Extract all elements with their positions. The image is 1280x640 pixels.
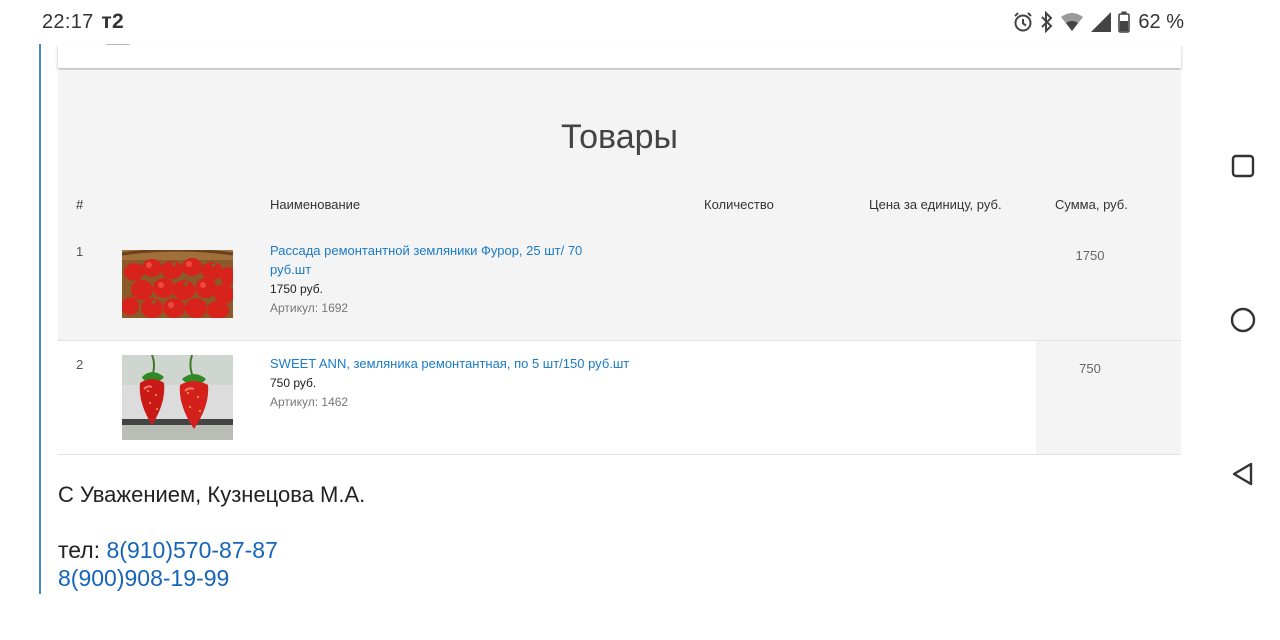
wifi-icon: [1060, 11, 1084, 33]
square-recents-icon: [1231, 154, 1255, 178]
products-section: Товары # Наименование Количество Цена за…: [58, 70, 1181, 455]
card-header-strip: [58, 44, 1181, 68]
back-button[interactable]: [1222, 453, 1264, 495]
phone-label: тел:: [58, 537, 107, 563]
divider: [106, 44, 130, 45]
cell-signal-icon: [1090, 11, 1112, 33]
column-header-unit-price: Цена за единицу, руб.: [869, 197, 1002, 212]
clock-time: 22:17: [42, 11, 94, 33]
column-header-name: Наименование: [270, 197, 361, 212]
circle-home-icon: [1230, 307, 1256, 333]
bluetooth-icon: [1040, 11, 1054, 33]
column-header-sum: Сумма, руб.: [1055, 197, 1128, 212]
phone-link-1[interactable]: 8(910)570-87-87: [107, 537, 278, 563]
alarm-icon: [1012, 11, 1034, 33]
triangle-back-icon: [1232, 462, 1253, 486]
signature: С Уважением, Кузнецова М.А.: [58, 482, 366, 507]
column-header-qty: Количество: [704, 197, 774, 212]
product-image-hanging-strawberries[interactable]: [122, 355, 233, 440]
product-name-link[interactable]: Рассада ремонтантной земляники Фурор, 25…: [270, 241, 600, 279]
product-sku: Артикул: 1692: [270, 301, 349, 315]
status-bar: 22:17 т2 62 %: [0, 0, 1280, 44]
products-title: Товары: [561, 118, 678, 156]
recents-button[interactable]: [1222, 145, 1264, 187]
table-row: 1 Рассада ремонтантной земляники Фурор, …: [58, 230, 1181, 341]
battery-percent: 62 %: [1138, 10, 1184, 33]
phone-link-2[interactable]: 8(900)908-19-99: [58, 565, 229, 592]
battery-icon: [1118, 11, 1131, 33]
phone-line: тел: 8(910)570-87-87: [58, 537, 278, 564]
home-button[interactable]: [1222, 299, 1264, 341]
row-edge-bg: [1144, 341, 1181, 454]
product-sku: Артикул: 1462: [270, 395, 349, 409]
sum-cell-bg: [1036, 341, 1144, 454]
product-price: 1750 руб.: [270, 282, 323, 296]
product-price: 750 руб.: [270, 376, 317, 390]
status-icons: 62 %: [1012, 10, 1184, 34]
row-number: 2: [76, 357, 84, 372]
quote-rule: [39, 44, 41, 594]
product-image-strawberry-basket[interactable]: [122, 250, 233, 318]
product-name-link[interactable]: SWEET ANN, земляника ремонтантная, по 5 …: [270, 354, 650, 373]
carrier-icon: т2: [101, 10, 124, 33]
row-sum: 1750: [1075, 248, 1105, 263]
clock: 22:17 т2: [42, 10, 124, 34]
table-row: 2 SWEET ANN, земляника ремонтантная, по …: [58, 341, 1181, 455]
row-number: 1: [76, 244, 84, 259]
row-sum: 750: [1079, 361, 1101, 376]
column-header-num: #: [76, 197, 84, 212]
